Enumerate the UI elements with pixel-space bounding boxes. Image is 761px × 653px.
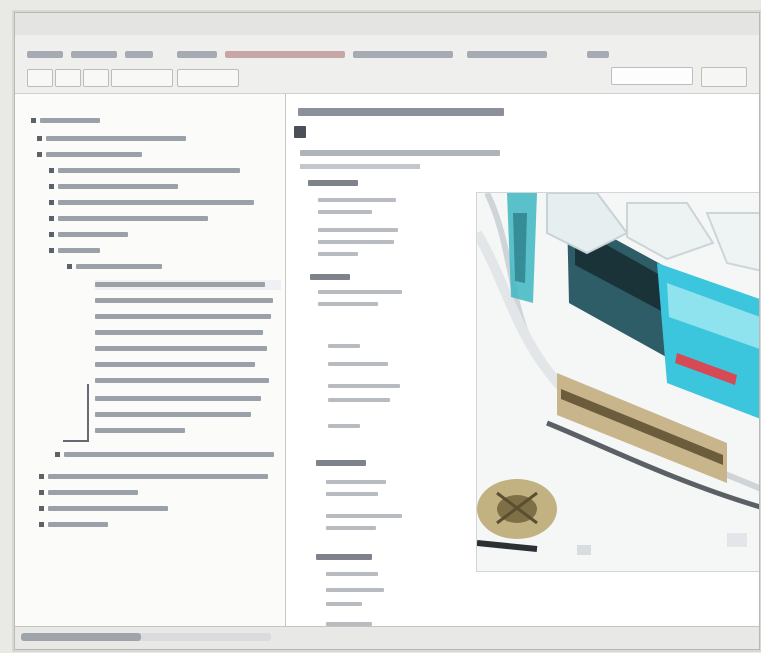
menu-item[interactable] — [27, 51, 63, 58]
toc-item[interactable] — [95, 328, 263, 338]
toc-item[interactable] — [39, 472, 268, 482]
menu-item[interactable] — [467, 51, 547, 58]
content-pane — [286, 94, 759, 627]
book-icon — [39, 506, 44, 511]
toc-item[interactable] — [95, 376, 269, 386]
search-button[interactable] — [701, 67, 747, 87]
search-input[interactable] — [611, 67, 693, 85]
toc-item[interactable] — [95, 394, 261, 404]
book-icon — [31, 118, 36, 123]
toc-item[interactable] — [49, 182, 178, 192]
menu-item[interactable] — [177, 51, 217, 58]
toc-item[interactable] — [37, 134, 186, 144]
page-subtitle — [300, 150, 500, 156]
book-icon — [37, 152, 42, 157]
book-icon — [49, 184, 54, 189]
callout-text — [318, 302, 378, 306]
book-icon — [49, 168, 54, 173]
callout-text — [328, 384, 400, 388]
callout-text — [318, 210, 372, 214]
menu-item[interactable] — [125, 51, 153, 58]
callout-text — [328, 398, 390, 402]
callout-label — [316, 460, 366, 466]
book-icon — [49, 200, 54, 205]
callout-text — [328, 344, 360, 348]
toc-item[interactable] — [49, 230, 128, 240]
menu-row — [27, 47, 747, 63]
callout-text — [326, 480, 386, 484]
menu-item[interactable] — [587, 51, 609, 58]
book-icon — [39, 474, 44, 479]
toc-item[interactable] — [49, 166, 240, 176]
toc-item[interactable] — [95, 296, 273, 306]
toc-item[interactable] — [67, 262, 162, 272]
contents-button[interactable] — [111, 69, 173, 87]
title-bar[interactable] — [15, 13, 759, 36]
book-icon — [39, 490, 44, 495]
scrollbar-thumb[interactable] — [21, 633, 141, 641]
toc-item[interactable] — [39, 504, 168, 514]
toolbar — [15, 35, 759, 94]
page-title — [298, 108, 504, 116]
toc-item[interactable] — [49, 214, 208, 224]
book-icon — [67, 264, 72, 269]
toc-item[interactable] — [95, 344, 267, 354]
callout-text — [318, 228, 398, 232]
book-icon — [49, 248, 54, 253]
toc-item[interactable] — [95, 360, 255, 370]
menu-item[interactable] — [71, 51, 117, 58]
toc-item[interactable] — [39, 520, 108, 530]
toc-item-selected[interactable] — [95, 280, 281, 290]
home-button[interactable] — [83, 69, 109, 87]
tree-guide-line — [87, 384, 89, 440]
toc-item[interactable] — [95, 410, 251, 420]
callout-text — [326, 514, 402, 518]
back-button[interactable] — [27, 69, 53, 87]
toc-item[interactable] — [37, 150, 142, 160]
toc-item[interactable] — [55, 450, 274, 460]
book-icon — [39, 522, 44, 527]
callout-label — [308, 180, 358, 186]
book-icon — [55, 452, 60, 457]
callout-text — [328, 424, 360, 428]
callout-label — [316, 554, 372, 560]
toc-item[interactable] — [49, 198, 254, 208]
callout-text — [328, 362, 388, 366]
horizontal-scrollbar[interactable] — [21, 633, 271, 641]
toc-item[interactable] — [95, 312, 271, 322]
callout-text — [326, 526, 376, 530]
toc-item[interactable] — [39, 488, 138, 498]
callout-text — [318, 198, 396, 202]
menu-item[interactable] — [353, 51, 453, 58]
callout-text — [326, 492, 378, 496]
index-button[interactable] — [177, 69, 239, 87]
callout-label — [310, 274, 350, 280]
tree-guide-line — [63, 440, 89, 442]
status-bar — [15, 626, 759, 649]
help-viewer-window — [14, 12, 760, 650]
printer-icon[interactable] — [294, 126, 306, 138]
book-icon — [37, 136, 42, 141]
callout-text — [318, 290, 402, 294]
callout-text — [326, 572, 378, 576]
breadcrumb — [300, 164, 420, 169]
toc-item[interactable] — [49, 246, 100, 256]
callout-text — [326, 602, 362, 606]
toc-item[interactable] — [95, 426, 185, 436]
callout-text — [326, 588, 384, 592]
device-illustration — [476, 192, 759, 572]
menu-item-highlight[interactable] — [225, 51, 345, 58]
device-illustration-svg — [477, 193, 759, 571]
book-icon — [49, 232, 54, 237]
book-icon — [49, 216, 54, 221]
table-of-contents — [15, 94, 286, 627]
forward-button[interactable] — [55, 69, 81, 87]
toc-item[interactable] — [31, 116, 100, 126]
callout-text — [318, 240, 394, 244]
callout-text — [318, 252, 358, 256]
